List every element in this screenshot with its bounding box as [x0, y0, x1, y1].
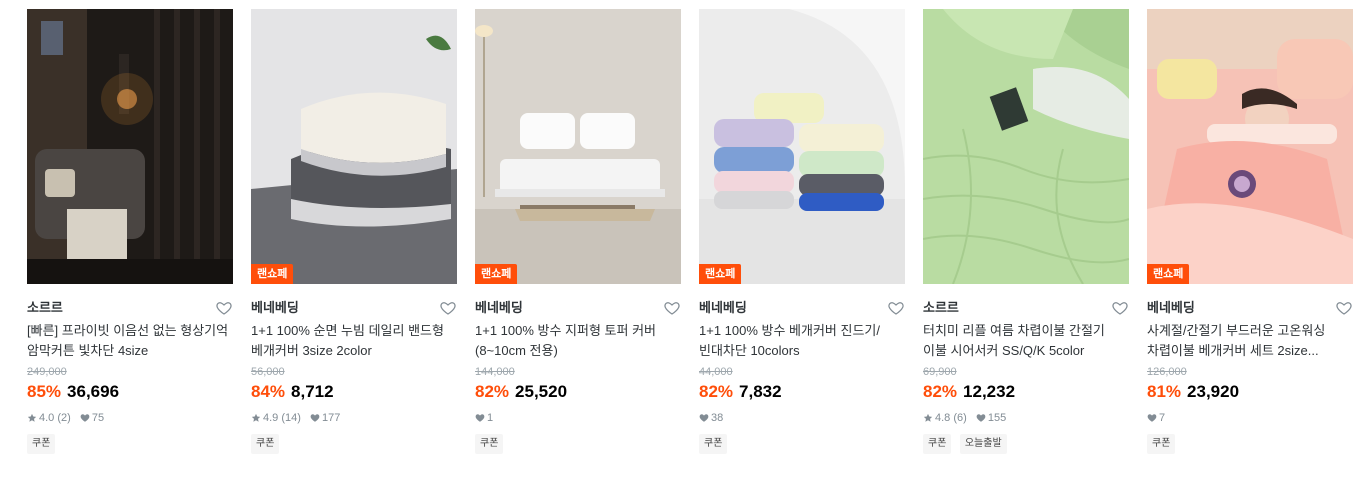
original-price: 144,000 — [475, 366, 515, 378]
heart-outline-icon[interactable] — [887, 299, 905, 317]
like-count: 75 — [91, 412, 105, 424]
product-card[interactable]: 랜쇼페 베네베딩 1+1 100% 순면 누빔 데일리 밴드형 베개커버 3si… — [251, 9, 457, 454]
sale-price: 25,520 — [515, 382, 568, 401]
heart-outline-icon[interactable] — [663, 299, 681, 317]
brand-name[interactable]: 소르르 — [27, 300, 63, 315]
heart-icon — [80, 414, 90, 422]
original-price: 249,000 — [27, 366, 67, 378]
heart-icon — [310, 414, 320, 422]
coupon-tag: 쿠폰 — [27, 434, 56, 454]
discount-rate: 84% — [251, 382, 286, 401]
product-image[interactable]: 랜쇼페 — [475, 9, 681, 284]
brand-name[interactable]: 베네베딩 — [1147, 300, 1195, 315]
brand-name[interactable]: 베네베딩 — [475, 300, 523, 315]
star-icon — [923, 413, 933, 422]
dark-room-curtain-photo — [27, 9, 233, 284]
brand-name[interactable]: 베네베딩 — [699, 300, 747, 315]
heart-outline-icon[interactable] — [215, 299, 233, 317]
sale-price: 36,696 — [67, 382, 120, 401]
like-count: 38 — [711, 412, 724, 424]
discount-rate: 81% — [1147, 382, 1182, 401]
product-card[interactable]: 랜쇼페 베네베딩 1+1 100% 방수 베개커버 진드기/빈대차단 10col… — [699, 9, 905, 454]
coupon-tag: 쿠폰 — [923, 434, 952, 454]
product-title[interactable]: 1+1 100% 방수 지퍼형 토퍼 커버 (8~10cm 전용) — [475, 321, 681, 361]
original-price: 69,900 — [923, 366, 957, 378]
discount-rate: 85% — [27, 382, 62, 401]
brand-name[interactable]: 베네베딩 — [251, 300, 299, 315]
review-count: (14) — [281, 412, 301, 424]
product-title[interactable]: 1+1 100% 순면 누빔 데일리 밴드형 베개커버 3size 2color — [251, 321, 457, 361]
like-count: 1 — [487, 412, 494, 424]
heart-outline-icon[interactable] — [1335, 299, 1353, 317]
product-image[interactable]: 랜쇼페 — [251, 9, 457, 284]
colorful-pillows-photo — [699, 9, 905, 284]
product-title[interactable]: 1+1 100% 방수 베개커버 진드기/빈대차단 10colors — [699, 321, 905, 361]
product-image[interactable]: 랜쇼페 — [1147, 9, 1353, 284]
stacked-pillows-photo — [251, 9, 457, 284]
rating: 4.9 — [263, 412, 279, 424]
product-title[interactable]: 터치미 리플 여름 차렵이불 간절기 이불 시어서커 SS/Q/K 5color — [923, 321, 1129, 361]
sale-price: 8,712 — [291, 382, 334, 401]
heart-outline-icon[interactable] — [1111, 299, 1129, 317]
review-count: (6) — [953, 412, 967, 424]
brand-name[interactable]: 소르르 — [923, 300, 959, 315]
live-shopping-badge: 랜쇼페 — [1147, 264, 1190, 284]
heart-icon — [1147, 414, 1157, 422]
product-card[interactable]: 소르르 [빠른] 프라이빗 이음선 없는 형상기억 암막커튼 빛차단 4size… — [27, 9, 233, 454]
star-icon — [27, 413, 37, 422]
coupon-tag: 쿠폰 — [251, 434, 280, 454]
product-card[interactable]: 랜쇼페 베네베딩 1+1 100% 방수 지퍼형 토퍼 커버 (8~10cm 전… — [475, 9, 681, 454]
product-image[interactable] — [27, 9, 233, 284]
heart-icon — [976, 414, 986, 422]
live-shopping-badge: 랜쇼페 — [475, 264, 518, 284]
original-price: 44,000 — [699, 366, 733, 378]
product-card[interactable]: 랜쇼페 베네베딩 사계절/간절기 부드러운 고온워싱 차렵이불 베개커버 세트 … — [1147, 9, 1353, 454]
coupon-tag: 쿠폰 — [699, 434, 728, 454]
original-price: 126,000 — [1147, 366, 1187, 378]
live-shopping-badge: 랜쇼페 — [699, 264, 742, 284]
heart-outline-icon[interactable] — [439, 299, 457, 317]
like-count: 177 — [321, 412, 341, 424]
green-blanket-photo — [923, 9, 1129, 284]
same-day-shipping-tag: 오늘출발 — [959, 434, 1007, 454]
bed-topper-photo — [475, 9, 681, 284]
product-title[interactable]: [빠른] 프라이빗 이음선 없는 형상기억 암막커튼 빛차단 4size — [27, 321, 233, 361]
product-image[interactable]: 랜쇼페 — [699, 9, 905, 284]
coupon-tag: 쿠폰 — [1147, 434, 1176, 454]
sale-price: 23,920 — [1187, 382, 1240, 401]
heart-icon — [699, 414, 709, 422]
product-image[interactable] — [923, 9, 1129, 284]
sale-price: 7,832 — [739, 382, 782, 401]
discount-rate: 82% — [923, 382, 958, 401]
review-count: (2) — [57, 412, 71, 424]
coupon-tag: 쿠폰 — [475, 434, 504, 454]
heart-icon — [475, 414, 485, 422]
product-grid-row: 소르르 [빠른] 프라이빗 이음선 없는 형상기억 암막커튼 빛차단 4size… — [0, 0, 1365, 490]
rating: 4.0 — [39, 412, 55, 424]
discount-rate: 82% — [699, 382, 734, 401]
like-count: 7 — [1159, 412, 1166, 424]
pink-bedding-photo — [1147, 9, 1353, 284]
product-card[interactable]: 소르르 터치미 리플 여름 차렵이불 간절기 이불 시어서커 SS/Q/K 5c… — [923, 9, 1129, 454]
sale-price: 12,232 — [963, 382, 1016, 401]
discount-rate: 82% — [475, 382, 510, 401]
original-price: 56,000 — [251, 366, 285, 378]
like-count: 155 — [987, 412, 1007, 424]
live-shopping-badge: 랜쇼페 — [251, 264, 294, 284]
star-icon — [251, 413, 261, 422]
product-title[interactable]: 사계절/간절기 부드러운 고온워싱 차렵이불 베개커버 세트 2size... — [1147, 321, 1353, 361]
rating: 4.8 — [935, 412, 951, 424]
